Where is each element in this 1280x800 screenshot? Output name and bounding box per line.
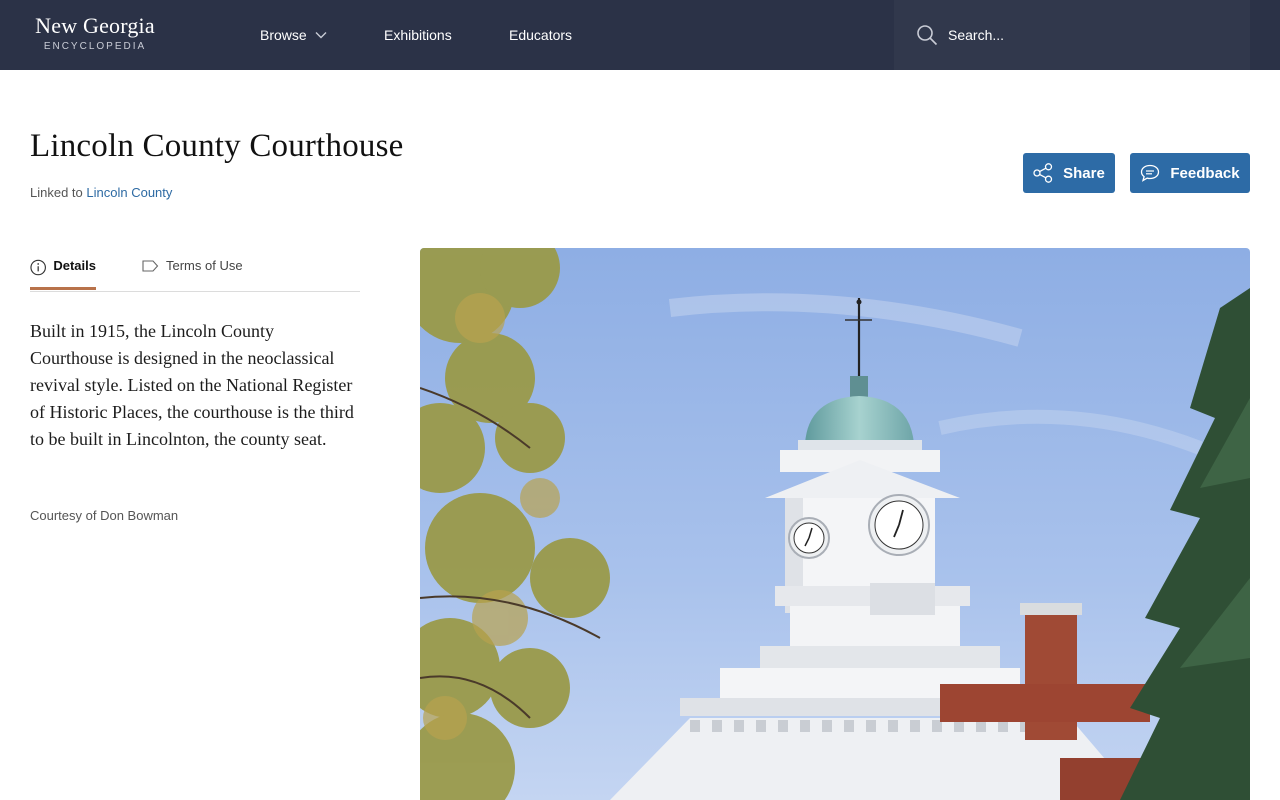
courthouse-photo[interactable]	[420, 248, 1250, 800]
nav-exhibitions[interactable]: Exhibitions	[384, 25, 452, 45]
chevron-down-icon	[315, 32, 327, 39]
image-credit: Courtesy of Don Bowman	[30, 508, 179, 523]
share-button[interactable]: Share	[1023, 153, 1115, 193]
top-navigation-bar: New Georgia ENCYCLOPEDIA Browse Exhibiti…	[0, 0, 1280, 70]
nav-browse-label: Browse	[260, 27, 307, 43]
logo-main-text: New Georgia	[35, 13, 155, 38]
tab-terms-of-use[interactable]: Terms of Use	[142, 256, 243, 290]
nav-browse[interactable]: Browse	[260, 25, 327, 45]
share-icon	[1033, 163, 1053, 183]
search-input[interactable]	[948, 24, 1228, 46]
tag-icon	[142, 260, 159, 272]
feedback-button[interactable]: Feedback	[1130, 153, 1250, 193]
search-icon	[917, 25, 938, 46]
courthouse-illustration	[420, 248, 1250, 800]
page-title: Lincoln County Courthouse	[30, 128, 404, 164]
linked-to-line: Linked to Lincoln County	[30, 185, 172, 200]
search-box[interactable]	[894, 0, 1250, 70]
site-logo[interactable]: New Georgia ENCYCLOPEDIA	[30, 13, 160, 53]
tab-terms-label: Terms of Use	[166, 258, 243, 273]
linked-prefix: Linked to	[30, 185, 83, 200]
feedback-label: Feedback	[1170, 164, 1240, 182]
tab-details[interactable]: Details	[30, 256, 96, 290]
feedback-icon	[1141, 164, 1160, 182]
share-label: Share	[1063, 164, 1105, 182]
image-description: Built in 1915, the Lincoln County Courth…	[30, 321, 354, 449]
nav-educators[interactable]: Educators	[509, 25, 572, 45]
info-icon	[30, 259, 46, 276]
logo-sub-text: ENCYCLOPEDIA	[43, 41, 147, 52]
info-tabs: Details Terms of Use	[30, 256, 360, 292]
lincoln-county-link[interactable]: Lincoln County	[86, 185, 172, 200]
tab-details-label: Details	[53, 258, 96, 273]
